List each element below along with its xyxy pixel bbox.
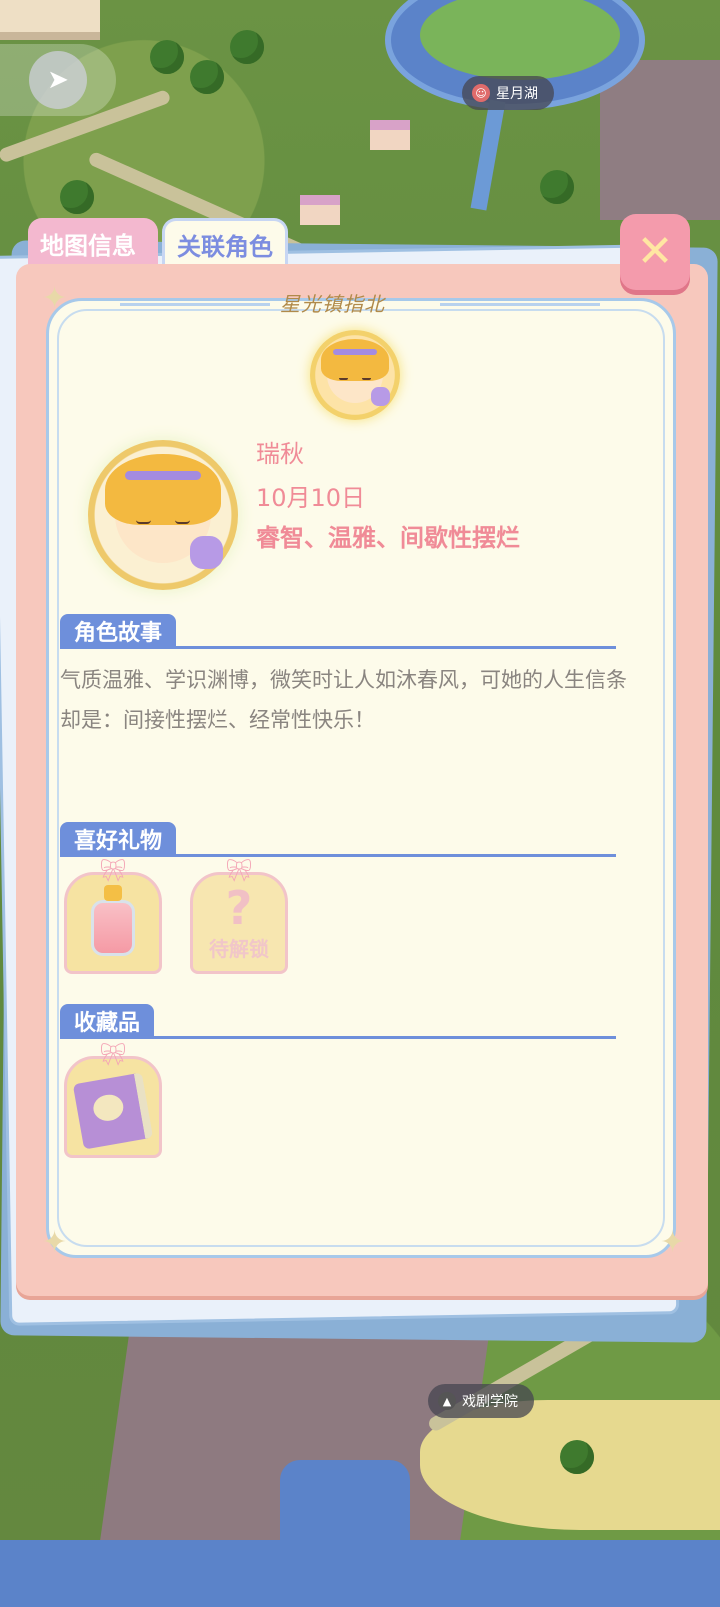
section-title-gifts: 喜好礼物 [60, 822, 177, 856]
locked-label: 待解锁 [209, 936, 269, 961]
location-name: 星月湖 [496, 86, 538, 102]
tree-icon [60, 180, 94, 214]
sparkle-icon: ✦ [42, 281, 68, 316]
section-divider [60, 1036, 616, 1039]
section-title-collections: 收藏品 [60, 1004, 155, 1038]
tab-label: 地图信息 [40, 231, 136, 260]
character-avatar [88, 440, 238, 590]
character-birthday: 10月10日 [256, 484, 366, 512]
bow-icon: 🎀︎ [99, 859, 127, 884]
character-story-text: 气质温雅、学识渊博，微笑时让人如沐春风，可她的人生信条却是：间接性摆烂、经常性快… [60, 668, 627, 732]
character-portrait [105, 453, 223, 569]
gift-item-locked[interactable]: 🎀︎ ? 待解锁 [190, 861, 288, 974]
panel-title: 星光镇指北 [280, 292, 385, 316]
close-icon: ✕ [636, 226, 674, 277]
bow-icon: 🎀︎ [99, 1043, 127, 1068]
question-mark-icon: ? [225, 880, 253, 935]
perfume-bottle-icon [91, 885, 135, 956]
graduation-cap-icon: ▲ [438, 1392, 456, 1410]
building [300, 195, 340, 225]
sparkle-icon: ✦ [660, 1225, 686, 1260]
close-button[interactable]: ✕ [620, 214, 690, 290]
tree-icon [230, 30, 264, 64]
collection-item-book[interactable]: 🎀︎ [64, 1045, 162, 1158]
direction-arrow-button[interactable]: ➤ [0, 44, 116, 116]
bow-icon: 🎀︎ [225, 859, 253, 884]
location-label-drama-academy[interactable]: ▲ 戏剧学院 [428, 1384, 534, 1418]
tab-map-info[interactable]: 地图信息 [28, 218, 158, 268]
character-avatar-small [310, 330, 400, 420]
building [0, 0, 100, 40]
character-portrait [321, 339, 390, 407]
sea [0, 1540, 720, 1607]
tree-icon [560, 1440, 594, 1474]
location-label-lake[interactable]: ☺ 星月湖 [462, 76, 554, 110]
location-name: 戏剧学院 [462, 1394, 518, 1410]
book-icon [72, 1072, 154, 1150]
divider [120, 303, 270, 306]
tree-icon [150, 40, 184, 74]
section-divider [60, 646, 616, 649]
gift-item-perfume[interactable]: 🎀︎ [64, 861, 162, 974]
building [370, 120, 410, 150]
tab-related-characters[interactable]: 关联角色 [162, 218, 288, 268]
section-divider [60, 854, 616, 857]
tree-icon [190, 60, 224, 94]
tree-icon [540, 170, 574, 204]
section-title-story: 角色故事 [60, 614, 177, 648]
character-name: 瑞秋 [256, 440, 304, 468]
tab-label: 关联角色 [177, 233, 273, 261]
divider [440, 303, 600, 306]
theater-mask-icon: ☺ [472, 84, 490, 102]
map-terrain [600, 60, 720, 220]
sparkle-icon: ✦ [42, 1225, 68, 1260]
character-traits: 睿智、温雅、间歇性摆烂 [256, 524, 520, 552]
arrow-icon: ➤ [29, 51, 87, 109]
